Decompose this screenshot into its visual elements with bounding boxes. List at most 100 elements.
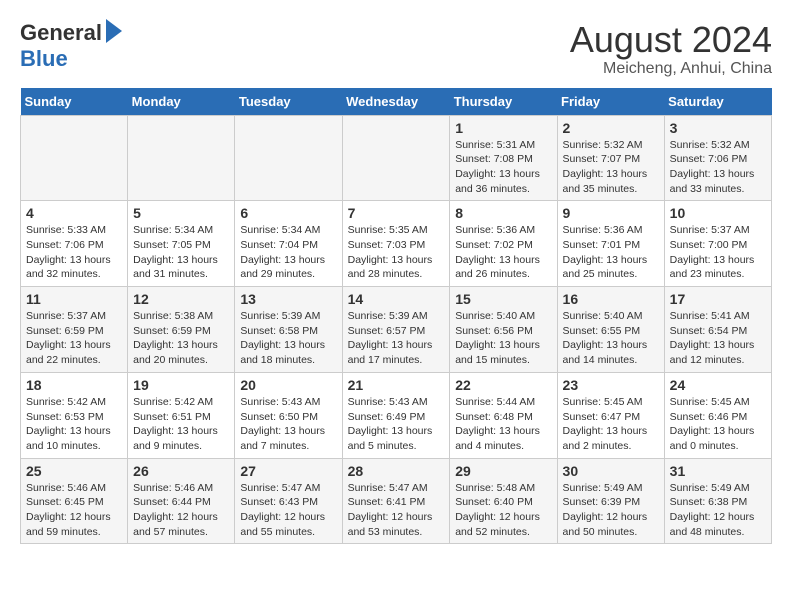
calendar-cell [342, 115, 450, 201]
day-info: Sunrise: 5:38 AMSunset: 6:59 PMDaylight:… [133, 309, 229, 368]
day-number: 3 [670, 120, 766, 136]
day-info: Sunrise: 5:37 AMSunset: 6:59 PMDaylight:… [26, 309, 122, 368]
logo-blue-text: Blue [20, 46, 68, 72]
day-info: Sunrise: 5:33 AMSunset: 7:06 PMDaylight:… [26, 223, 122, 282]
column-header-monday: Monday [128, 88, 235, 116]
day-info: Sunrise: 5:45 AMSunset: 6:47 PMDaylight:… [563, 395, 659, 454]
day-number: 5 [133, 205, 229, 221]
day-info: Sunrise: 5:49 AMSunset: 6:39 PMDaylight:… [563, 481, 659, 540]
calendar-cell: 12 Sunrise: 5:38 AMSunset: 6:59 PMDayligh… [128, 287, 235, 373]
page-title: August 2024 [570, 20, 772, 60]
calendar-cell: 1 Sunrise: 5:31 AMSunset: 7:08 PMDaylight… [450, 115, 557, 201]
calendar-cell: 31 Sunrise: 5:49 AMSunset: 6:38 PMDayligh… [664, 458, 771, 544]
day-number: 7 [348, 205, 445, 221]
calendar-cell: 26Sunrise: 5:46 AMSunset: 6:44 PMDayligh… [128, 458, 235, 544]
day-info: Sunrise: 5:32 AMSunset: 7:06 PMDaylight:… [670, 138, 766, 197]
calendar-cell: 25 Sunrise: 5:46 AMSunset: 6:45 PMDayligh… [21, 458, 128, 544]
day-info: Sunrise: 5:45 AMSunset: 6:46 PMDaylight:… [670, 395, 766, 454]
title-block: August 2024 Meicheng, Anhui, China [570, 20, 772, 78]
logo: General Blue [20, 20, 122, 72]
column-header-friday: Friday [557, 88, 664, 116]
page-header: General Blue August 2024 Meicheng, Anhui… [20, 20, 772, 78]
calendar-cell: 23 Sunrise: 5:45 AMSunset: 6:47 PMDayligh… [557, 372, 664, 458]
day-number: 20 [240, 377, 336, 393]
logo-general-text: General [20, 20, 102, 46]
calendar-cell: 19 Sunrise: 5:42 AMSunset: 6:51 PMDayligh… [128, 372, 235, 458]
day-number: 19 [133, 377, 229, 393]
day-number: 25 [26, 463, 122, 479]
day-info: Sunrise: 5:34 AMSunset: 7:05 PMDaylight:… [133, 223, 229, 282]
calendar-cell: 9 Sunrise: 5:36 AMSunset: 7:01 PMDaylight… [557, 201, 664, 287]
calendar-week-row: 1 Sunrise: 5:31 AMSunset: 7:08 PMDaylight… [21, 115, 772, 201]
day-info: Sunrise: 5:47 AMSunset: 6:43 PMDaylight:… [240, 481, 336, 540]
day-number: 27 [240, 463, 336, 479]
column-header-wednesday: Wednesday [342, 88, 450, 116]
day-info: Sunrise: 5:39 AMSunset: 6:58 PMDaylight:… [240, 309, 336, 368]
column-header-tuesday: Tuesday [235, 88, 342, 116]
page-subtitle: Meicheng, Anhui, China [570, 60, 772, 78]
day-number: 31 [670, 463, 766, 479]
day-number: 17 [670, 291, 766, 307]
day-number: 16 [563, 291, 659, 307]
day-info: Sunrise: 5:40 AMSunset: 6:55 PMDaylight:… [563, 309, 659, 368]
day-info: Sunrise: 5:37 AMSunset: 7:00 PMDaylight:… [670, 223, 766, 282]
day-number: 23 [563, 377, 659, 393]
calendar-cell: 11Sunrise: 5:37 AMSunset: 6:59 PMDayligh… [21, 287, 128, 373]
day-number: 1 [455, 120, 551, 136]
day-number: 2 [563, 120, 659, 136]
day-info: Sunrise: 5:42 AMSunset: 6:53 PMDaylight:… [26, 395, 122, 454]
day-info: Sunrise: 5:35 AMSunset: 7:03 PMDaylight:… [348, 223, 445, 282]
day-info: Sunrise: 5:36 AMSunset: 7:01 PMDaylight:… [563, 223, 659, 282]
day-number: 24 [670, 377, 766, 393]
calendar-cell: 22 Sunrise: 5:44 AMSunset: 6:48 PMDayligh… [450, 372, 557, 458]
day-number: 4 [26, 205, 122, 221]
day-info: Sunrise: 5:46 AMSunset: 6:45 PMDaylight:… [26, 481, 122, 540]
day-number: 12 [133, 291, 229, 307]
calendar-header-row: SundayMondayTuesdayWednesdayThursdayFrid… [21, 88, 772, 116]
day-number: 29 [455, 463, 551, 479]
day-number: 9 [563, 205, 659, 221]
calendar-cell: 18Sunrise: 5:42 AMSunset: 6:53 PMDayligh… [21, 372, 128, 458]
day-info: Sunrise: 5:44 AMSunset: 6:48 PMDaylight:… [455, 395, 551, 454]
day-info: Sunrise: 5:49 AMSunset: 6:38 PMDaylight:… [670, 481, 766, 540]
calendar-cell [128, 115, 235, 201]
day-number: 28 [348, 463, 445, 479]
day-info: Sunrise: 5:46 AMSunset: 6:44 PMDaylight:… [133, 481, 229, 540]
calendar-cell: 7 Sunrise: 5:35 AMSunset: 7:03 PMDaylight… [342, 201, 450, 287]
day-number: 15 [455, 291, 551, 307]
day-number: 8 [455, 205, 551, 221]
day-info: Sunrise: 5:31 AMSunset: 7:08 PMDaylight:… [455, 138, 551, 197]
calendar-cell: 27 Sunrise: 5:47 AMSunset: 6:43 PMDayligh… [235, 458, 342, 544]
calendar-cell: 14 Sunrise: 5:39 AMSunset: 6:57 PMDayligh… [342, 287, 450, 373]
day-info: Sunrise: 5:32 AMSunset: 7:07 PMDaylight:… [563, 138, 659, 197]
calendar-cell: 13Sunrise: 5:39 AMSunset: 6:58 PMDayligh… [235, 287, 342, 373]
day-info: Sunrise: 5:43 AMSunset: 6:50 PMDaylight:… [240, 395, 336, 454]
day-info: Sunrise: 5:42 AMSunset: 6:51 PMDaylight:… [133, 395, 229, 454]
calendar-cell: 15 Sunrise: 5:40 AMSunset: 6:56 PMDayligh… [450, 287, 557, 373]
day-info: Sunrise: 5:34 AMSunset: 7:04 PMDaylight:… [240, 223, 336, 282]
calendar-week-row: 11Sunrise: 5:37 AMSunset: 6:59 PMDayligh… [21, 287, 772, 373]
calendar-cell: 24 Sunrise: 5:45 AMSunset: 6:46 PMDayligh… [664, 372, 771, 458]
calendar-cell: 29Sunrise: 5:48 AMSunset: 6:40 PMDayligh… [450, 458, 557, 544]
day-number: 14 [348, 291, 445, 307]
day-info: Sunrise: 5:39 AMSunset: 6:57 PMDaylight:… [348, 309, 445, 368]
calendar-cell: 3 Sunrise: 5:32 AMSunset: 7:06 PMDaylight… [664, 115, 771, 201]
calendar-cell [21, 115, 128, 201]
calendar-table: SundayMondayTuesdayWednesdayThursdayFrid… [20, 88, 772, 545]
calendar-cell [235, 115, 342, 201]
calendar-week-row: 25 Sunrise: 5:46 AMSunset: 6:45 PMDayligh… [21, 458, 772, 544]
day-info: Sunrise: 5:40 AMSunset: 6:56 PMDaylight:… [455, 309, 551, 368]
day-info: Sunrise: 5:36 AMSunset: 7:02 PMDaylight:… [455, 223, 551, 282]
calendar-cell: 16 Sunrise: 5:40 AMSunset: 6:55 PMDayligh… [557, 287, 664, 373]
day-info: Sunrise: 5:47 AMSunset: 6:41 PMDaylight:… [348, 481, 445, 540]
day-number: 21 [348, 377, 445, 393]
column-header-sunday: Sunday [21, 88, 128, 116]
day-info: Sunrise: 5:43 AMSunset: 6:49 PMDaylight:… [348, 395, 445, 454]
day-number: 22 [455, 377, 551, 393]
day-number: 6 [240, 205, 336, 221]
calendar-cell: 17Sunrise: 5:41 AMSunset: 6:54 PMDayligh… [664, 287, 771, 373]
day-number: 30 [563, 463, 659, 479]
calendar-cell: 28 Sunrise: 5:47 AMSunset: 6:41 PMDayligh… [342, 458, 450, 544]
calendar-cell: 20 Sunrise: 5:43 AMSunset: 6:50 PMDayligh… [235, 372, 342, 458]
logo-arrow-icon [106, 19, 122, 43]
